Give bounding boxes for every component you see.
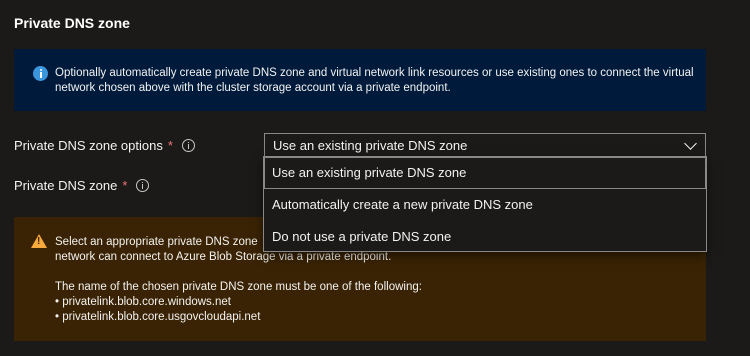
info-message-bar: Optionally automatically create private …	[14, 49, 706, 111]
section-title: Private DNS zone	[14, 15, 130, 31]
warning-list-item: • privatelink.blob.core.usgovcloudapi.ne…	[55, 311, 261, 323]
zone-options-dropdown-menu: Use an existing private DNS zone Automat…	[263, 156, 707, 252]
dropdown-option-auto-create[interactable]: Automatically create a new private DNS z…	[264, 189, 706, 221]
required-star: *	[167, 138, 173, 153]
zone-options-label-row: Private DNS zone options *	[14, 138, 195, 153]
zone-options-label: Private DNS zone options	[14, 138, 163, 153]
zone-options-info-icon[interactable]	[181, 139, 195, 152]
zone-options-select-value: Use an existing private DNS zone	[273, 138, 468, 153]
dropdown-option-do-not-use[interactable]: Do not use a private DNS zone	[264, 221, 706, 253]
chevron-down-icon	[684, 137, 697, 150]
zone-options-select[interactable]: Use an existing private DNS zone	[264, 133, 706, 157]
warning-icon	[31, 234, 47, 248]
warning-list-item: • privatelink.blob.core.windows.net	[55, 296, 231, 308]
zone-info-icon[interactable]	[136, 179, 150, 192]
zone-label-row: Private DNS zone *	[14, 178, 150, 193]
dropdown-option-use-existing[interactable]: Use an existing private DNS zone	[264, 157, 706, 189]
zone-label: Private DNS zone	[14, 178, 118, 193]
info-icon	[33, 66, 48, 81]
dns-settings-panel: Private DNS zone Optionally automaticall…	[0, 0, 750, 356]
info-message-text: Optionally automatically create private …	[55, 67, 694, 94]
required-star: *	[122, 178, 128, 193]
warning-line: The name of the chosen private DNS zone …	[55, 281, 422, 293]
warning-spacer	[55, 265, 695, 280]
